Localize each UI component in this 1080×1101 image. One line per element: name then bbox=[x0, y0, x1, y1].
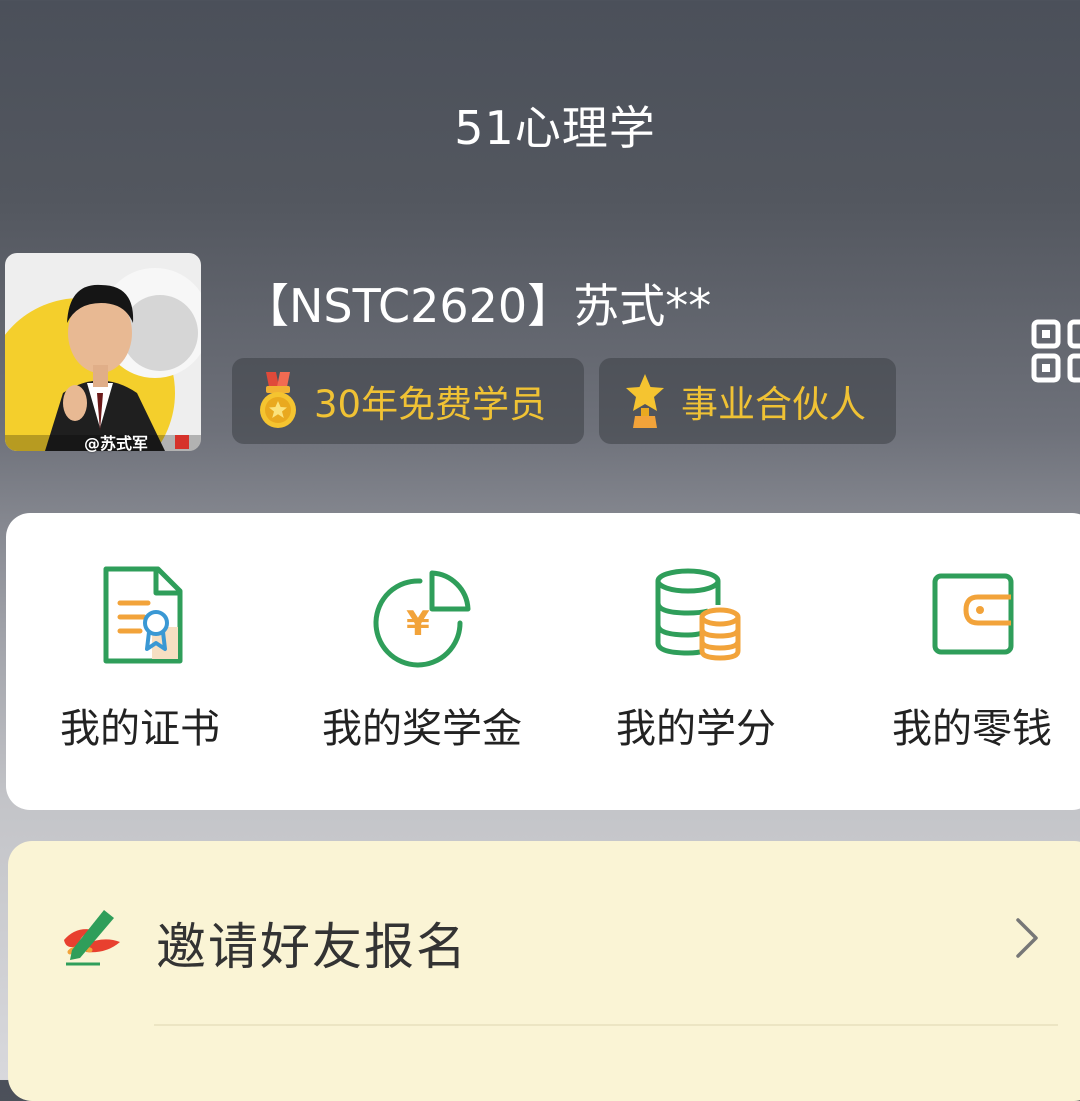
scholarship-icon: ¥ bbox=[372, 569, 472, 673]
credits-icon bbox=[654, 567, 744, 667]
invite-friends-label: 邀请好友报名 bbox=[156, 918, 468, 976]
qr-code-icon[interactable] bbox=[1030, 318, 1080, 388]
menu-label-wallet: 我的零钱 bbox=[892, 706, 1052, 752]
certificate-icon bbox=[100, 565, 186, 673]
avatar[interactable] bbox=[5, 253, 201, 451]
quick-menu-card: 我的证书 ¥ 我的奖学金 我的学分 我的零钱 bbox=[6, 513, 1080, 810]
partner-label: 事业合伙人 bbox=[681, 383, 866, 426]
svg-text:¥: ¥ bbox=[406, 604, 430, 644]
menu-item-credits[interactable]: 我的学分 bbox=[596, 513, 796, 810]
menu-label-certificate: 我的证书 bbox=[60, 706, 220, 752]
page-title: 51心理学 bbox=[454, 101, 656, 155]
avatar-watermark: @苏式军 bbox=[84, 434, 149, 453]
membership-label: 30年免费学员 bbox=[314, 383, 547, 426]
wallet-icon bbox=[932, 573, 1016, 661]
divider bbox=[154, 1024, 1058, 1026]
medal-icon bbox=[254, 372, 302, 430]
menu-item-certificate[interactable]: 我的证书 bbox=[40, 513, 240, 810]
menu-label-scholarship: 我的奖学金 bbox=[322, 706, 522, 752]
partner-badge[interactable]: 事业合伙人 bbox=[599, 358, 896, 444]
menu-label-credits: 我的学分 bbox=[616, 706, 776, 752]
invite-friends-row[interactable]: 邀请好友报名 bbox=[8, 841, 1080, 1031]
star-trophy-icon bbox=[621, 372, 669, 430]
menu-item-scholarship[interactable]: ¥ 我的奖学金 bbox=[302, 513, 542, 810]
menu-item-wallet[interactable]: 我的零钱 bbox=[872, 513, 1072, 810]
invite-card: 邀请好友报名 bbox=[8, 841, 1080, 1101]
membership-badge[interactable]: 30年免费学员 bbox=[232, 358, 584, 444]
chevron-right-icon bbox=[1012, 916, 1042, 964]
invite-pen-icon bbox=[56, 906, 126, 972]
user-name: 【NSTC2620】苏式** bbox=[243, 279, 712, 333]
